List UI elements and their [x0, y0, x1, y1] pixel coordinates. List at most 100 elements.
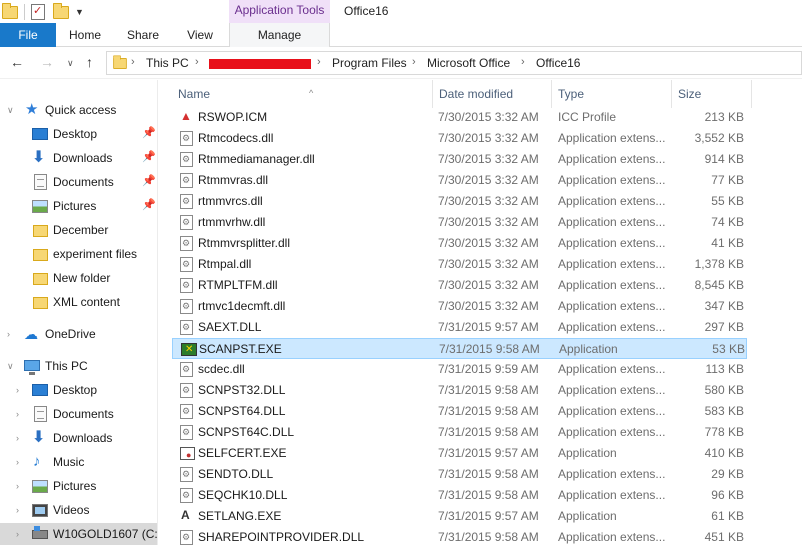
- customize-toolbar-dropdown-icon[interactable]: ▼: [75, 7, 84, 17]
- pin-icon[interactable]: 📌: [142, 198, 156, 211]
- nav-pc-videos[interactable]: › Videos: [0, 499, 157, 521]
- file-date-modified: 7/30/2015 3:32 AM: [438, 152, 539, 166]
- chevron-right-icon[interactable]: ›: [131, 56, 135, 68]
- folder-icon[interactable]: [2, 3, 18, 22]
- file-type: Application extens...: [558, 194, 666, 208]
- desktop-icon: [32, 126, 48, 142]
- pin-icon[interactable]: 📌: [142, 150, 156, 163]
- file-row[interactable]: Rtmcodecs.dll 7/30/2015 3:32 AM Applicatio…: [172, 128, 747, 149]
- new-folder-icon[interactable]: [53, 3, 69, 22]
- chevron-right-icon[interactable]: ›: [16, 433, 19, 443]
- file-date-modified: 7/30/2015 3:32 AM: [438, 194, 539, 208]
- chevron-down-icon[interactable]: ∨: [7, 361, 14, 372]
- nav-quick-desktop[interactable]: Desktop 📌: [0, 123, 157, 145]
- nav-quick-new-folder[interactable]: New folder: [0, 267, 157, 289]
- tab-home[interactable]: Home: [62, 23, 108, 47]
- nav-label: This PC: [45, 359, 88, 373]
- redacted-breadcrumb: [209, 59, 311, 69]
- chevron-down-icon[interactable]: ∨: [7, 105, 14, 116]
- file-row[interactable]: SEQCHK10.DLL 7/31/2015 9:58 AM Application…: [172, 485, 747, 506]
- file-row[interactable]: SHAREPOINTPROVIDER.DLL 7/31/2015 9:58 AM A…: [172, 527, 747, 545]
- folder-icon: [33, 270, 49, 286]
- nav-label: W10GOLD1607 (C:): [53, 527, 158, 541]
- pin-icon[interactable]: 📌: [142, 126, 156, 139]
- forward-arrow-icon[interactable]: →: [40, 54, 54, 70]
- chevron-right-icon[interactable]: ›: [16, 481, 19, 491]
- file-row[interactable]: SCNPST32.DLL 7/31/2015 9:58 AM Application…: [172, 380, 747, 401]
- file-name: RTMPLTFM.dll: [198, 278, 278, 292]
- nav-pc-downloads[interactable]: › ⬇ Downloads: [0, 427, 157, 449]
- breadcrumb-program-files[interactable]: Program Files: [332, 56, 407, 70]
- chevron-right-icon[interactable]: ›: [16, 385, 19, 395]
- file-row[interactable]: SAEXT.DLL 7/31/2015 9:57 AM Application ex…: [172, 317, 747, 338]
- file-row[interactable]: scdec.dll 7/31/2015 9:59 AM Application ex…: [172, 359, 747, 380]
- nav-pc-music[interactable]: › ♪ Music: [0, 451, 157, 473]
- nav-quick-downloads[interactable]: ⬇ Downloads 📌: [0, 147, 157, 169]
- chevron-right-icon[interactable]: ›: [16, 409, 19, 419]
- recent-locations-dropdown-icon[interactable]: ∨: [67, 58, 74, 69]
- toolbar-divider: [24, 4, 25, 20]
- file-size: 778 KB: [704, 425, 744, 439]
- tab-file[interactable]: File: [0, 23, 56, 47]
- up-arrow-icon[interactable]: ↑: [86, 54, 93, 70]
- chevron-right-icon[interactable]: ›: [7, 329, 10, 339]
- file-row[interactable]: SCANPST.EXE 7/31/2015 9:58 AM Application 5…: [172, 338, 747, 359]
- chevron-right-icon[interactable]: ›: [195, 56, 199, 68]
- dll-file-icon: [180, 362, 193, 377]
- tab-share[interactable]: Share: [120, 23, 166, 47]
- nav-label: Documents: [53, 175, 114, 189]
- properties-icon[interactable]: [31, 4, 47, 20]
- tab-view[interactable]: View: [178, 23, 222, 47]
- column-header-type[interactable]: Type: [552, 80, 672, 108]
- breadcrumb-microsoft-office[interactable]: Microsoft Office: [427, 56, 510, 70]
- tab-manage[interactable]: Manage: [229, 23, 330, 47]
- file-row[interactable]: SETLANG.EXE 7/31/2015 9:57 AM Application 6…: [172, 506, 747, 527]
- file-row[interactable]: Rtmmediamanager.dll 7/30/2015 3:32 AM Appl…: [172, 149, 747, 170]
- nav-onedrive[interactable]: › ☁ OneDrive: [0, 323, 157, 345]
- cloud-icon: ☁: [24, 326, 38, 342]
- file-row[interactable]: Rtmmvras.dll 7/30/2015 3:32 AM Application…: [172, 170, 747, 191]
- file-row[interactable]: SCNPST64C.DLL 7/31/2015 9:58 AM Applicatio…: [172, 422, 747, 443]
- file-row[interactable]: RTMPLTFM.dll 7/30/2015 3:32 AM Application…: [172, 275, 747, 296]
- nav-pc-pictures[interactable]: › Pictures: [0, 475, 157, 497]
- chevron-right-icon[interactable]: ›: [16, 457, 19, 467]
- nav-this-pc[interactable]: ∨ This PC: [0, 355, 157, 377]
- nav-quick-pictures[interactable]: Pictures 📌: [0, 195, 157, 217]
- nav-quick-access[interactable]: ∨ ★ Quick access: [0, 99, 157, 121]
- nav-label: Desktop: [53, 127, 98, 141]
- file-row[interactable]: RSWOP.ICM 7/30/2015 3:32 AM ICC Profile 213…: [172, 107, 747, 128]
- nav-quick-december[interactable]: December: [0, 219, 157, 241]
- file-row[interactable]: Rtmpal.dll 7/30/2015 3:32 AM Application e…: [172, 254, 747, 275]
- chevron-right-icon[interactable]: ›: [412, 56, 416, 68]
- nav-pc-desktop[interactable]: › Desktop: [0, 379, 157, 401]
- file-row[interactable]: SENDTO.DLL 7/31/2015 9:58 AM Application e…: [172, 464, 747, 485]
- column-header-date[interactable]: Date modified: [432, 80, 552, 108]
- file-row[interactable]: rtmvc1decmft.dll 7/30/2015 3:32 AM Applica…: [172, 296, 747, 317]
- column-header-name[interactable]: Name ^: [172, 80, 432, 108]
- address-bar[interactable]: › This PC › › Program Files › Microsoft …: [106, 51, 802, 75]
- file-size: 580 KB: [704, 383, 744, 397]
- file-size: 583 KB: [704, 404, 744, 418]
- file-row[interactable]: SCNPST64.DLL 7/31/2015 9:58 AM Application…: [172, 401, 747, 422]
- nav-pc-documents[interactable]: › Documents: [0, 403, 157, 425]
- nav-quick-experiment-files[interactable]: experiment files: [0, 243, 157, 265]
- pin-icon[interactable]: 📌: [142, 174, 156, 187]
- chevron-right-icon[interactable]: ›: [16, 505, 19, 515]
- file-name: Rtmmediamanager.dll: [198, 152, 315, 166]
- file-row[interactable]: rtmmvrcs.dll 7/30/2015 3:32 AM Application…: [172, 191, 747, 212]
- chevron-right-icon[interactable]: ›: [317, 56, 321, 68]
- chevron-right-icon[interactable]: ›: [521, 56, 525, 68]
- certificate-icon: [180, 447, 195, 462]
- back-arrow-icon[interactable]: ←: [10, 54, 24, 70]
- nav-quick-xml-content[interactable]: XML content: [0, 291, 157, 313]
- chevron-right-icon[interactable]: ›: [16, 529, 19, 539]
- nav-pc-drive-c[interactable]: › W10GOLD1607 (C:): [0, 523, 158, 545]
- file-date-modified: 7/31/2015 9:57 AM: [438, 320, 539, 334]
- file-row[interactable]: SELFCERT.EXE 7/31/2015 9:57 AM Application…: [172, 443, 747, 464]
- nav-quick-documents[interactable]: Documents 📌: [0, 171, 157, 193]
- breadcrumb-office16[interactable]: Office16: [536, 56, 580, 70]
- column-header-size[interactable]: Size: [672, 80, 752, 108]
- file-row[interactable]: Rtmmvrsplitter.dll 7/30/2015 3:32 AM Appli…: [172, 233, 747, 254]
- file-row[interactable]: rtmmvrhw.dll 7/30/2015 3:32 AM Application…: [172, 212, 747, 233]
- breadcrumb-this-pc[interactable]: This PC: [146, 56, 189, 70]
